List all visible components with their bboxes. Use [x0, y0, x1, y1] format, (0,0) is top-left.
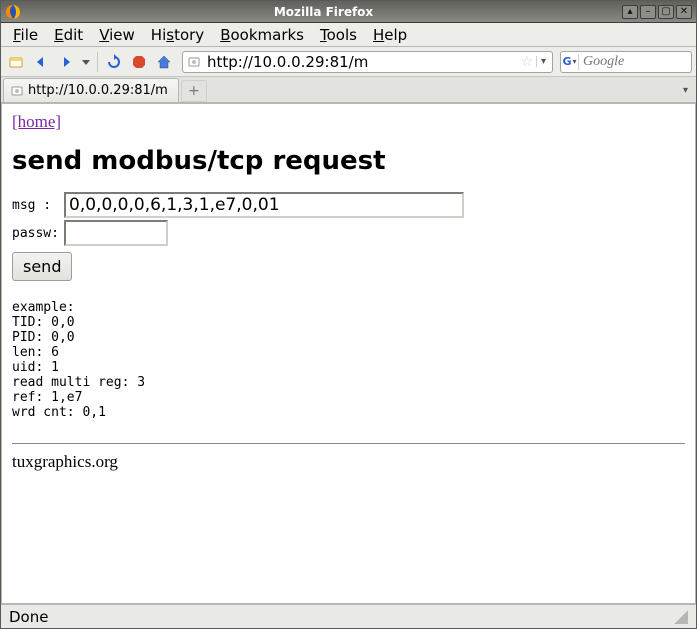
- menu-history[interactable]: History: [145, 25, 210, 45]
- shade-button[interactable]: ▴: [622, 5, 638, 19]
- toolbar-separator: [97, 52, 98, 72]
- tab-label: http://10.0.0.29:81/m: [28, 83, 168, 98]
- tab-bar: http://10.0.0.29:81/m + ▾: [1, 77, 696, 103]
- url-bar[interactable]: ☆ ▾: [182, 51, 553, 73]
- search-bar[interactable]: G▾: [560, 51, 692, 73]
- passw-label: passw:: [12, 226, 64, 241]
- firefox-icon: [5, 4, 21, 20]
- forward-button[interactable]: [55, 51, 77, 73]
- passw-input[interactable]: [64, 220, 168, 246]
- example-block: example: TID: 0,0 PID: 0,0 len: 6 uid: 1…: [12, 301, 685, 421]
- tab-favicon: [10, 84, 24, 98]
- menu-bar: File Edit View History Bookmarks Tools H…: [1, 23, 696, 47]
- page-footer: tuxgraphics.org: [12, 452, 685, 472]
- menu-tools[interactable]: Tools: [314, 25, 363, 45]
- new-tab-button[interactable]: +: [181, 80, 207, 102]
- send-button[interactable]: send: [12, 252, 72, 281]
- browser-window: Mozilla Firefox ▴ – ▢ ✕ File Edit View H…: [0, 0, 697, 629]
- recent-pages-dropdown[interactable]: [80, 51, 92, 73]
- back-button[interactable]: [30, 51, 52, 73]
- all-tabs-dropdown[interactable]: ▾: [679, 81, 692, 100]
- page-viewport[interactable]: [home] send modbus/tcp request msg : pas…: [1, 103, 696, 604]
- page-heading: send modbus/tcp request: [12, 146, 685, 176]
- home-link[interactable]: [home]: [12, 112, 61, 131]
- status-text: Done: [9, 608, 48, 626]
- reload-button[interactable]: [103, 51, 125, 73]
- site-identity-icon[interactable]: [185, 55, 203, 69]
- status-bar: Done: [1, 604, 696, 628]
- resize-grip[interactable]: [674, 610, 688, 624]
- window-titlebar: Mozilla Firefox ▴ – ▢ ✕: [1, 1, 696, 23]
- navigation-toolbar: ☆ ▾ G▾: [1, 47, 696, 77]
- menu-bookmarks[interactable]: Bookmarks: [214, 25, 310, 45]
- bookmark-star-icon[interactable]: ☆: [517, 54, 536, 70]
- close-button[interactable]: ✕: [676, 5, 692, 19]
- new-tab-icon[interactable]: [5, 51, 27, 73]
- url-history-dropdown[interactable]: ▾: [536, 56, 550, 67]
- window-title: Mozilla Firefox: [25, 5, 622, 19]
- home-button[interactable]: [153, 51, 175, 73]
- menu-edit[interactable]: Edit: [48, 25, 89, 45]
- url-input[interactable]: [203, 53, 517, 71]
- stop-button[interactable]: [128, 51, 150, 73]
- minimize-button[interactable]: –: [640, 5, 656, 19]
- menu-view[interactable]: View: [93, 25, 141, 45]
- menu-file[interactable]: File: [7, 25, 44, 45]
- msg-input[interactable]: [64, 192, 464, 218]
- search-input[interactable]: [581, 53, 697, 71]
- maximize-button[interactable]: ▢: [658, 5, 674, 19]
- menu-help[interactable]: Help: [367, 25, 413, 45]
- divider: [12, 443, 685, 444]
- msg-label: msg :: [12, 198, 64, 213]
- tab-active[interactable]: http://10.0.0.29:81/m: [3, 78, 179, 102]
- search-engine-icon[interactable]: G▾: [563, 54, 579, 70]
